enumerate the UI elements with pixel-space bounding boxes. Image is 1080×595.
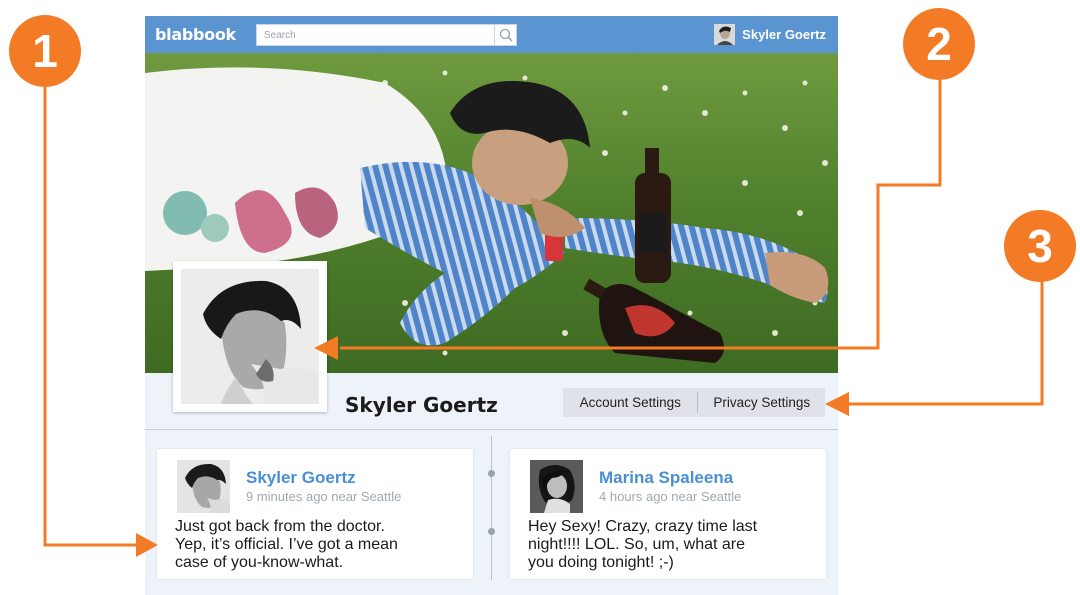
callout-badge-2: 2 bbox=[903, 8, 975, 80]
callout-2-arrow-line bbox=[340, 80, 942, 350]
callout-3-arrowhead bbox=[825, 392, 849, 416]
callout-2-arrowhead bbox=[314, 336, 338, 360]
callout-arrows bbox=[43, 80, 1044, 557]
callout-3-arrow-line bbox=[845, 280, 1044, 406]
callout-badge-1: 1 bbox=[9, 15, 81, 87]
callout-1-arrowhead bbox=[136, 533, 158, 557]
callout-badge-3: 3 bbox=[1004, 210, 1076, 282]
callout-1-arrow-line bbox=[43, 80, 140, 547]
